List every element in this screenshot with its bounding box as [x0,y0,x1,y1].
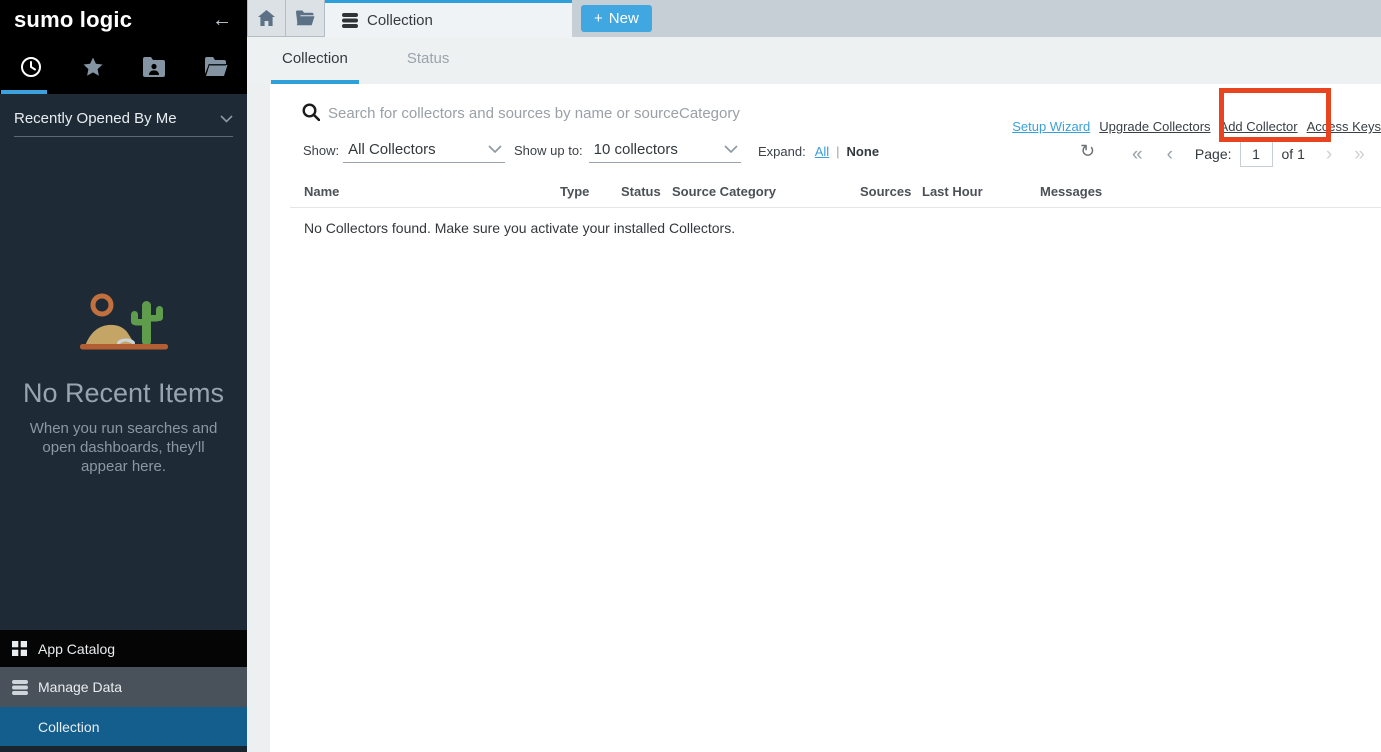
column-header-sources[interactable]: Sources [860,184,911,199]
folder-icon [296,10,315,26]
top-tab-strip: Collection + New [247,0,1381,37]
collapse-sidebar-icon[interactable]: ← [212,10,232,30]
limit-select[interactable]: 10 collectors [589,141,741,163]
subtab-bar: Collection Status [247,37,1381,84]
limit-select-value: 10 collectors [594,141,678,158]
sidebar-nav-stub [0,746,247,752]
sidebar-item-label: App Catalog [38,641,115,657]
new-button-label: New [609,10,639,27]
first-page-button[interactable]: « [1132,145,1143,164]
search-row: Setup Wizard Upgrade Collectors Add Coll… [270,98,1381,130]
chevron-down-icon [220,115,233,123]
limit-filter: Show up to: 10 collectors [514,141,741,163]
search-icon [302,103,320,121]
previous-page-button[interactable]: ‹ [1167,145,1173,164]
library-tab[interactable] [185,40,247,94]
show-select-value: All Collectors [348,141,436,158]
library-button[interactable] [286,0,325,37]
access-keys-link[interactable]: Access Keys [1307,119,1381,134]
no-recent-items-title: No Recent Items [0,378,247,409]
sumo-logic-logo: sumo logic [14,7,132,33]
recently-opened-dropdown[interactable]: Recently Opened By Me [14,110,233,137]
column-header-name[interactable]: Name [304,184,339,199]
tab-label: Collection [367,12,433,29]
no-recent-items-caption: When you run searches and open dashboard… [18,419,230,477]
tab-collection[interactable]: Collection [325,0,572,37]
sidebar: sumo logic ← [0,0,247,752]
show-select[interactable]: All Collectors [343,141,505,163]
pagination: « ‹ Page: of 1 › » [1132,141,1365,167]
refresh-button[interactable]: ↻ [1080,141,1095,162]
subtab-collection[interactable]: Collection [271,37,359,84]
show-filter: Show: All Collectors [303,141,505,163]
sidebar-empty-state: No Recent Items When you run searches an… [0,290,247,477]
sidebar-item-collection[interactable]: Collection [0,707,247,746]
add-collector-link[interactable]: Add Collector [1220,119,1298,134]
filter-row: Show: All Collectors Show up to: 10 coll… [270,141,1381,173]
clock-icon [19,55,43,79]
main-area: Collection + New Collection Status Setup… [247,0,1381,752]
column-header-source-category[interactable]: Source Category [672,184,776,199]
last-page-button[interactable]: » [1354,145,1365,164]
sidebar-bottom-nav: App Catalog Manage Data Collection [0,630,247,752]
search-input[interactable] [328,100,848,126]
expand-all-link[interactable]: All [815,144,829,159]
home-icon [258,10,275,26]
page-number-input[interactable] [1240,141,1273,167]
sidebar-item-manage-data[interactable]: Manage Data [0,667,247,707]
desert-illustration [78,290,170,356]
database-icon [12,680,38,695]
recently-opened-label: Recently Opened By Me [14,110,177,127]
star-icon [81,55,105,79]
content-panel: Setup Wizard Upgrade Collectors Add Coll… [270,84,1381,752]
sidebar-item-label: Collection [38,719,99,735]
column-header-type[interactable]: Type [560,184,589,199]
sidebar-item-app-catalog[interactable]: App Catalog [0,630,247,667]
toolbar-links: Setup Wizard Upgrade Collectors Add Coll… [1012,119,1381,134]
next-page-button[interactable]: › [1326,145,1332,164]
collectors-table-header: Name Type Status Source Category Sources… [270,184,1381,206]
upgrade-collectors-link[interactable]: Upgrade Collectors [1099,119,1210,134]
show-up-to-label: Show up to: [514,143,583,163]
expand-controls: Expand: All | None [758,144,879,159]
chevron-down-icon [724,145,738,154]
expand-none-link[interactable]: None [847,144,880,159]
setup-wizard-link[interactable]: Setup Wizard [1012,119,1090,134]
sidebar-icon-strip [0,40,247,94]
column-header-messages[interactable]: Messages [1040,184,1102,199]
table-header-divider [290,207,1381,208]
column-header-status[interactable]: Status [621,184,661,199]
shared-content-tab[interactable] [124,40,186,94]
expand-separator: | [836,144,839,159]
database-icon [342,13,358,28]
new-button[interactable]: + New [581,5,652,32]
subtab-status[interactable]: Status [396,37,461,84]
page-of-label: of 1 [1282,146,1305,162]
open-folder-icon [204,56,228,78]
favorites-tab[interactable] [62,40,124,94]
empty-table-message: No Collectors found. Make sure you activ… [304,220,735,236]
column-header-last-hour[interactable]: Last Hour [922,184,983,199]
app-root: { "sidebar": { "logo": "sumo logic", "re… [0,0,1381,752]
active-tab-underline [1,90,47,94]
sidebar-top-bar: sumo logic ← [0,0,247,40]
folder-person-icon [142,56,166,78]
recents-tab[interactable] [0,40,62,94]
home-button[interactable] [247,0,286,37]
grid-icon [12,641,38,656]
show-label: Show: [303,143,339,163]
plus-icon: + [594,10,603,27]
sidebar-item-label: Manage Data [38,679,122,695]
page-label: Page: [1195,146,1232,162]
chevron-down-icon [488,145,502,154]
expand-label: Expand: [758,144,806,159]
